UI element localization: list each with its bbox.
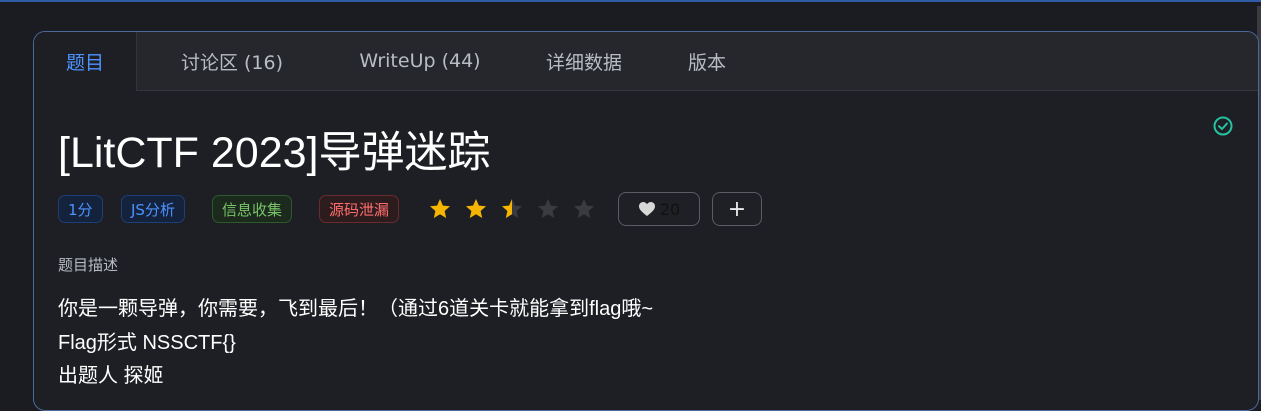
- challenge-card: 题目 讨论区 (16) WriteUp (44) 详细数据 版本 [LitCTF…: [33, 31, 1259, 411]
- add-button[interactable]: +: [712, 192, 762, 226]
- star-icon: [538, 199, 558, 218]
- description-line: Flag形式 NSSCTF{}: [58, 332, 236, 354]
- description-line: 你是一颗导弹，你需要，飞到最后！（通过6道关卡就能拿到flag哦~: [58, 298, 654, 320]
- star-icon: [574, 199, 594, 218]
- tab-details[interactable]: 详细数据: [512, 32, 656, 90]
- points-badge: 1分: [58, 195, 103, 223]
- star-icon: [430, 199, 450, 218]
- top-accent-bar: [0, 0, 1261, 2]
- like-count: 20: [659, 199, 681, 219]
- description-label: 题目描述: [58, 256, 119, 274]
- like-button[interactable]: 20: [618, 192, 700, 226]
- star-icon: [502, 199, 522, 218]
- tag-js-analysis[interactable]: JS分析: [121, 195, 185, 223]
- tab-writeup[interactable]: WriteUp (44): [328, 32, 512, 90]
- star-icon: [466, 199, 486, 218]
- check-circle-icon: [1213, 116, 1233, 136]
- plus-icon: +: [727, 196, 747, 222]
- description-line: 出题人 探姬: [58, 365, 164, 387]
- tab-discussion[interactable]: 讨论区 (16): [136, 32, 328, 90]
- tag-info-gathering[interactable]: 信息收集: [212, 195, 293, 223]
- tab-version[interactable]: 版本: [656, 32, 758, 90]
- heart-icon: [638, 202, 655, 216]
- tab-problem[interactable]: 题目: [34, 32, 137, 91]
- tab-bar: 题目 讨论区 (16) WriteUp (44) 详细数据 版本: [34, 32, 1258, 91]
- tag-source-leak[interactable]: 源码泄漏: [319, 195, 400, 223]
- challenge-title: [LitCTF 2023]导弹迷踪: [58, 129, 491, 177]
- meta-row: 1分 JS分析 信息收集 源码泄漏 20 +: [58, 192, 778, 227]
